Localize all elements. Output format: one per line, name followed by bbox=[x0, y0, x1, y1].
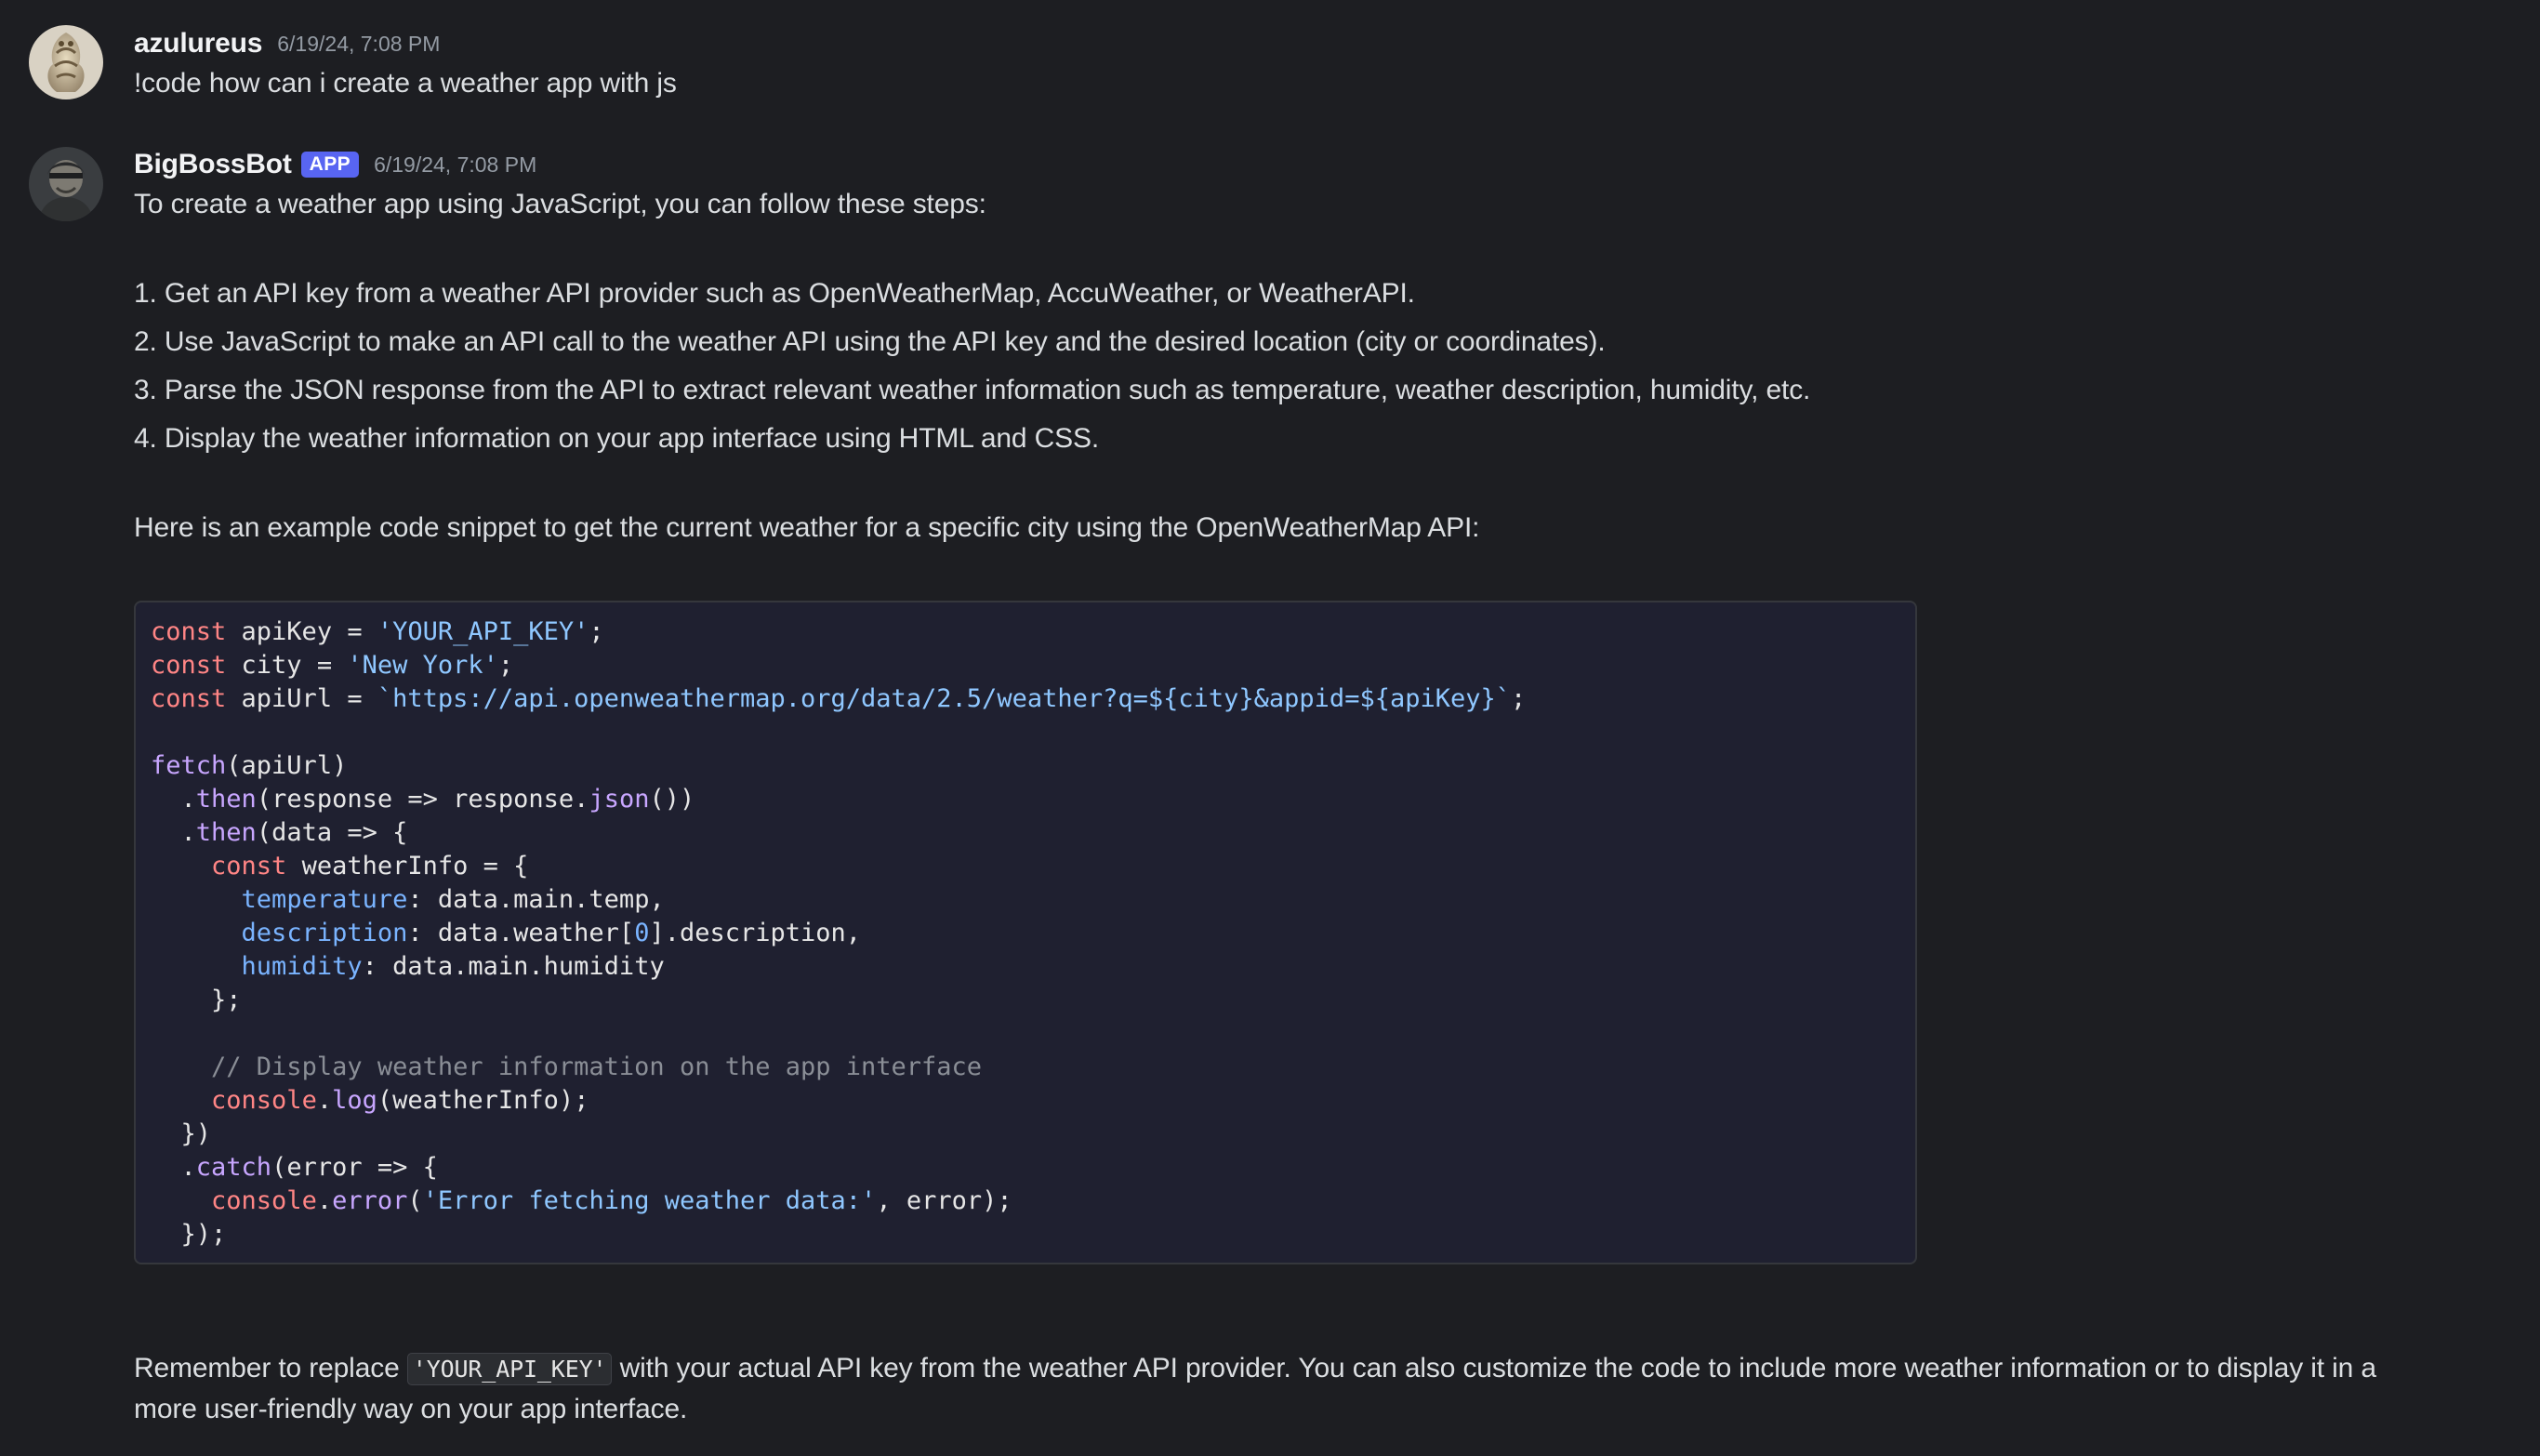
code-block[interactable]: const apiKey = 'YOUR_API_KEY';const city… bbox=[134, 601, 1917, 1264]
code-line: const city = 'New York'; bbox=[151, 651, 514, 680]
step-item: 1. Get an API key from a weather API pro… bbox=[134, 278, 1415, 309]
author-name[interactable]: azulureus bbox=[134, 28, 262, 60]
code-line: const weatherInfo = { bbox=[211, 852, 529, 880]
code-line: temperature: data.main.temp, bbox=[241, 885, 665, 914]
message-timestamp[interactable]: 6/19/24, 7:08 PM bbox=[374, 152, 536, 178]
code-line: const apiKey = 'YOUR_API_KEY'; bbox=[151, 617, 604, 646]
code-line: fetch(apiUrl) bbox=[151, 751, 348, 780]
bot-avatar[interactable] bbox=[29, 147, 103, 221]
step-item: 3. Parse the JSON response from the API … bbox=[134, 375, 1811, 405]
code-line: }); bbox=[151, 1220, 227, 1249]
app-badge: APP bbox=[300, 152, 360, 178]
code-line: const apiUrl = `https://api.openweatherm… bbox=[151, 684, 1527, 713]
message-text: !code how can i create a weather app wit… bbox=[134, 68, 677, 99]
code-line: .then(response => response.json()) bbox=[151, 785, 695, 814]
message-intro: To create a weather app using JavaScript… bbox=[134, 189, 986, 219]
step-item: 4. Display the weather information on yo… bbox=[134, 423, 1100, 454]
code-line: console.log(weatherInfo); bbox=[211, 1086, 589, 1115]
author-name[interactable]: BigBossBot bbox=[134, 149, 292, 180]
code-line: description: data.weather[0].description… bbox=[241, 919, 862, 947]
dragon-avatar-icon bbox=[29, 25, 103, 99]
code-line: .then(data => { bbox=[151, 818, 408, 847]
code-line: }; bbox=[151, 986, 242, 1014]
code-line: // Display weather information on the ap… bbox=[211, 1052, 983, 1081]
soldier-avatar-icon bbox=[29, 147, 103, 221]
snippet-intro: Here is an example code snippet to get t… bbox=[134, 512, 1480, 543]
outro-text: Remember to replace bbox=[134, 1353, 407, 1383]
inline-code: 'YOUR_API_KEY' bbox=[406, 1353, 613, 1385]
message-timestamp[interactable]: 6/19/24, 7:08 PM bbox=[277, 32, 440, 57]
message-outro-line2: more user-friendly way on your app inter… bbox=[134, 1394, 688, 1424]
user-avatar[interactable] bbox=[29, 25, 103, 99]
code-line: humidity: data.main.humidity bbox=[241, 952, 665, 981]
code-line: }) bbox=[151, 1119, 212, 1148]
chat-message-list: azulureus 6/19/24, 7:08 PM !code how can… bbox=[0, 0, 2540, 1456]
step-item: 2. Use JavaScript to make an API call to… bbox=[134, 326, 1606, 357]
message-header: BigBossBot APP 6/19/24, 7:08 PM bbox=[134, 146, 536, 183]
message-header: azulureus 6/19/24, 7:08 PM bbox=[134, 25, 440, 62]
message-outro: Remember to replace 'YOUR_API_KEY' with … bbox=[134, 1348, 2376, 1390]
code-line: console.error('Error fetching weather da… bbox=[211, 1186, 1012, 1215]
code-line: .catch(error => { bbox=[151, 1153, 438, 1182]
outro-text: with your actual API key from the weathe… bbox=[612, 1353, 2376, 1383]
